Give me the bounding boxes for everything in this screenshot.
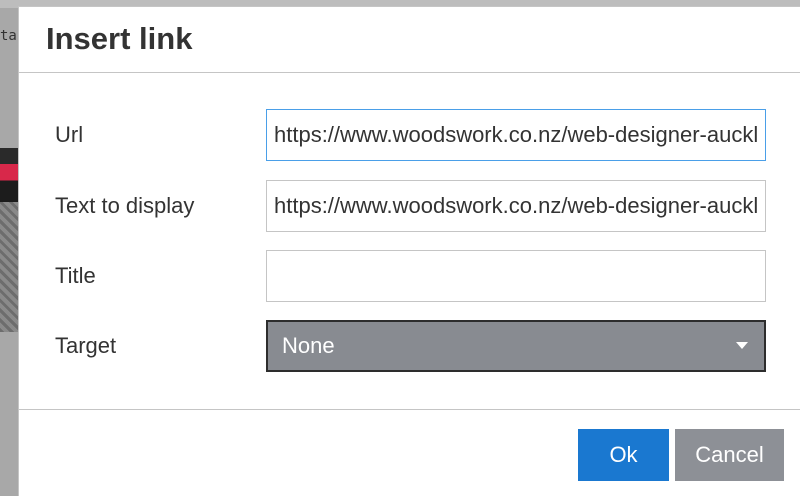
target-row: Target None	[19, 320, 800, 372]
title-label: Title	[55, 263, 96, 288]
caret-down-icon	[736, 342, 748, 349]
title-row: Title	[19, 250, 800, 302]
dialog-footer: Ok Cancel	[19, 409, 800, 496]
url-row: Url https://www.woodswork.co.nz/web-desi…	[19, 109, 800, 161]
ok-button[interactable]: Ok	[578, 429, 669, 481]
background-image	[0, 148, 18, 202]
cancel-button[interactable]: Cancel	[675, 429, 784, 481]
text-to-display-label: Text to display	[55, 193, 195, 218]
insert-link-dialog: Insert link Url https://www.woodswork.co…	[18, 6, 800, 496]
dialog-title: Insert link	[46, 21, 193, 56]
text-to-display-input[interactable]: https://www.woodswork.co.nz/web-designer…	[266, 180, 766, 232]
url-label: Url	[55, 122, 84, 147]
target-selected-value: None	[282, 333, 335, 358]
text-to-display-row: Text to display https://www.woodswork.co…	[19, 180, 800, 232]
background-text-fragment: ta	[0, 28, 17, 44]
dialog-header: Insert link	[19, 7, 800, 73]
url-input[interactable]: https://www.woodswork.co.nz/web-designer…	[266, 109, 766, 161]
url-input-value: https://www.woodswork.co.nz/web-designer…	[274, 122, 758, 147]
title-input[interactable]	[266, 250, 766, 302]
background-image-texture	[0, 202, 18, 332]
target-select[interactable]: None	[266, 320, 766, 372]
text-to-display-value: https://www.woodswork.co.nz/web-designer…	[274, 193, 758, 218]
target-label: Target	[55, 333, 117, 358]
